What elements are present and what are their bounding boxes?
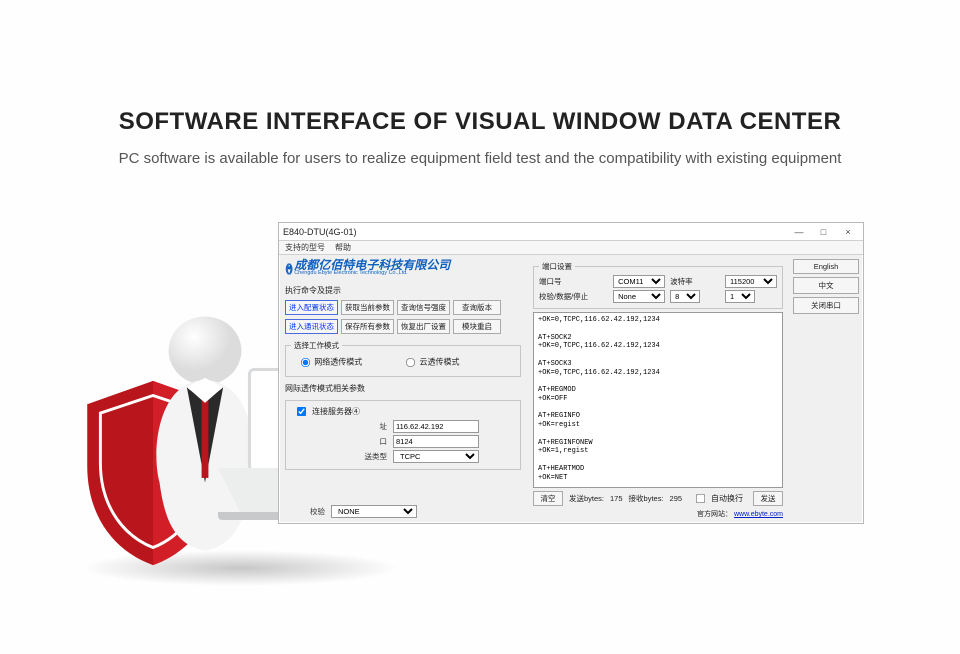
get-params-button[interactable]: 获取当前参数 bbox=[341, 300, 394, 315]
port-input[interactable] bbox=[393, 435, 479, 448]
baud-label: 波特率 bbox=[670, 276, 720, 287]
radio-net-mode[interactable]: 网络透传模式 bbox=[299, 356, 362, 369]
stopbits-select[interactable]: 1 bbox=[725, 290, 755, 303]
work-mode-legend: 选择工作模式 bbox=[291, 340, 342, 351]
query-version-button[interactable]: 查询版本 bbox=[453, 300, 501, 315]
reboot-button[interactable]: 模块重启 bbox=[453, 319, 501, 334]
enter-config-button[interactable]: 进入配置状态 bbox=[285, 300, 338, 315]
menu-help[interactable]: 帮助 bbox=[335, 242, 351, 253]
work-mode-group: 选择工作模式 网络透传模式 云透传模式 bbox=[285, 340, 521, 377]
window-close-button[interactable]: × bbox=[837, 227, 859, 237]
save-params-button[interactable]: 保存所有参数 bbox=[341, 319, 394, 334]
databits-select[interactable]: 8 bbox=[670, 290, 700, 303]
radio-cloud-mode[interactable]: 云透传模式 bbox=[404, 356, 459, 369]
rx-bytes-label: 接收bytes: bbox=[629, 493, 664, 504]
check-select[interactable]: NONE bbox=[331, 505, 417, 518]
app-title: E840-DTU(4G-01) bbox=[283, 227, 357, 237]
type-select[interactable]: TCPC bbox=[393, 450, 479, 463]
close-port-button[interactable]: 关闭串口 bbox=[793, 297, 859, 314]
addr-input[interactable] bbox=[393, 420, 479, 433]
net-params-label: 网际透传模式相关参数 bbox=[285, 383, 521, 394]
lang-chinese-button[interactable]: 中文 bbox=[793, 277, 859, 294]
antenna-icon: ((•)) bbox=[285, 261, 290, 275]
send-button[interactable]: 发送 bbox=[753, 491, 783, 506]
query-signal-button[interactable]: 查询信号强度 bbox=[397, 300, 450, 315]
app-window: E840-DTU(4G-01) — □ × 支持的型号 帮助 ((•)) 成都亿… bbox=[278, 222, 864, 524]
clear-button[interactable]: 清空 bbox=[533, 491, 563, 506]
auto-wrap-checkbox[interactable]: 自动换行 bbox=[690, 491, 747, 506]
port-label: 口 bbox=[347, 436, 387, 447]
factory-reset-button[interactable]: 恢复出厂设置 bbox=[397, 319, 450, 334]
link-enable-checkbox[interactable]: 连接服务器④ bbox=[291, 404, 515, 419]
port-settings-group: 端口设置 端口号 COM11 波特率 115200 校验/数据/停止 None … bbox=[533, 261, 783, 309]
com-port-select[interactable]: COM11 bbox=[613, 275, 665, 288]
official-site-link[interactable]: www.ebyte.com bbox=[734, 511, 783, 518]
lang-english-button[interactable]: English bbox=[793, 259, 859, 274]
window-maximize-button[interactable]: □ bbox=[812, 227, 834, 237]
terminal-output: +OK=0,TCPC,116.62.42.192,1234 AT+SOCK2 +… bbox=[533, 312, 783, 488]
official-site-label: 官方网站： bbox=[697, 511, 732, 518]
port-settings-legend: 端口设置 bbox=[539, 261, 575, 272]
window-minimize-button[interactable]: — bbox=[788, 227, 810, 237]
vendor-name-en: Chengdu Ebyte Electronic Technology Co.,… bbox=[294, 271, 450, 277]
enter-comm-button[interactable]: 进入通讯状态 bbox=[285, 319, 338, 334]
commands-label: 执行命令及提示 bbox=[285, 285, 521, 296]
baud-select[interactable]: 115200 bbox=[725, 275, 777, 288]
addr-label: 址 bbox=[347, 421, 387, 432]
rx-bytes-value: 295 bbox=[670, 494, 683, 503]
parity-label: 校验/数据/停止 bbox=[539, 291, 608, 302]
net-params-group: 连接服务器④ 址 口 送类型 TCPC bbox=[285, 400, 521, 470]
tx-bytes-value: 175 bbox=[610, 494, 623, 503]
type-label: 送类型 bbox=[347, 451, 387, 462]
menu-supported-models[interactable]: 支持的型号 bbox=[285, 242, 325, 253]
com-port-label: 端口号 bbox=[539, 276, 608, 287]
page-title: SOFTWARE INTERFACE OF VISUAL WINDOW DATA… bbox=[0, 108, 960, 136]
parity-select[interactable]: None bbox=[613, 290, 665, 303]
vendor-logo: ((•)) 成都亿佰特电子科技有限公司 Chengdu Ebyte Electr… bbox=[285, 259, 521, 277]
check-label: 校验 bbox=[285, 506, 325, 517]
page-subtitle: PC software is available for users to re… bbox=[0, 150, 960, 167]
tx-bytes-label: 发送bytes: bbox=[569, 493, 604, 504]
